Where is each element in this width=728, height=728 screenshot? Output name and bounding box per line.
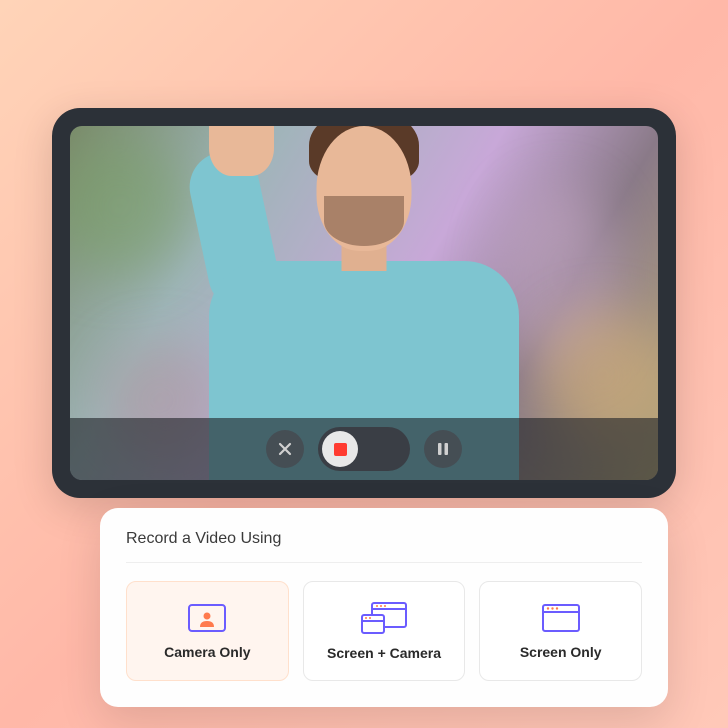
- option-screen-only[interactable]: Screen Only: [479, 581, 642, 681]
- record-icon: [334, 443, 347, 456]
- option-screen-plus-camera[interactable]: Screen + Camera: [303, 581, 466, 681]
- record-button: [322, 431, 358, 467]
- tablet-device-frame: [52, 108, 676, 498]
- recording-controls-bar: [70, 418, 658, 480]
- close-button[interactable]: [266, 430, 304, 468]
- panel-title: Record a Video Using: [126, 530, 642, 563]
- close-icon: [278, 442, 292, 456]
- option-label: Camera Only: [164, 644, 250, 660]
- option-label: Screen Only: [520, 644, 602, 660]
- pause-button[interactable]: [424, 430, 462, 468]
- option-label: Screen + Camera: [327, 645, 441, 661]
- record-options-panel: Record a Video Using Camera Only: [100, 508, 668, 707]
- option-camera-only[interactable]: Camera Only: [126, 581, 289, 681]
- record-toggle[interactable]: [318, 427, 410, 471]
- screen-only-icon: [540, 602, 582, 634]
- camera-preview: [70, 126, 658, 480]
- camera-only-icon: [186, 602, 228, 634]
- screen-camera-icon: [360, 601, 408, 635]
- background-blur: [70, 136, 190, 276]
- options-row: Camera Only Screen + Camera: [126, 581, 642, 681]
- pause-icon: [437, 442, 449, 456]
